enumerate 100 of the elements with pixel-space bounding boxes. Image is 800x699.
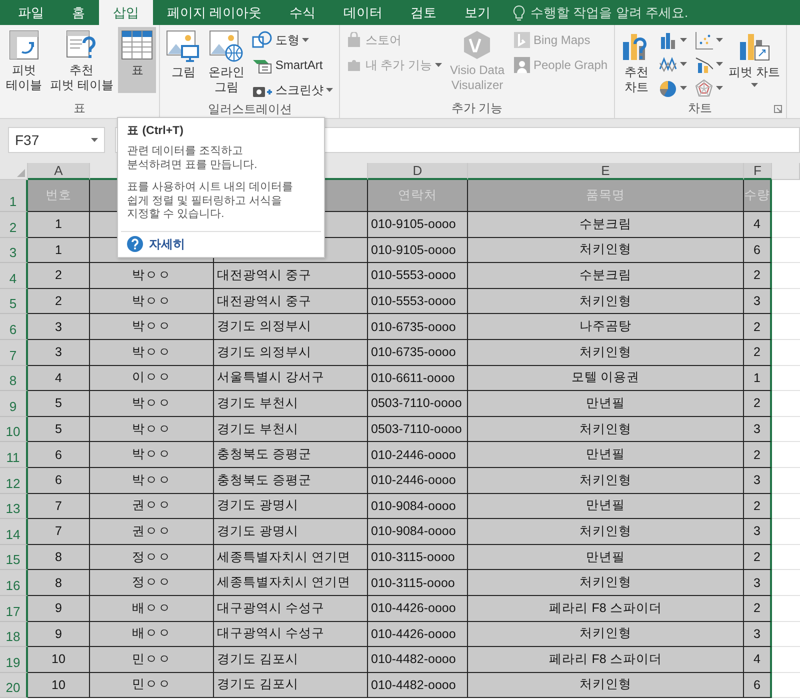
ribbon-tab[interactable]: 수식 [276,0,330,25]
table-cell: 9 [28,596,90,622]
table-cell: 처키인형 [468,622,744,648]
scatter-chart-button[interactable] [694,29,724,51]
table-cell: 010-2446-oooo [368,468,468,494]
column-header[interactable]: D [368,163,468,180]
table-cell: 3 [744,622,772,648]
online-picture-icon [209,30,244,62]
table-cell: 경기도 김포시 [214,672,368,698]
row-header[interactable]: 16 [0,570,28,596]
row-header[interactable]: 14 [0,519,28,545]
row-header[interactable]: 5 [0,288,28,314]
table-cell: 010-4482-oooo [368,672,468,698]
row-header[interactable]: 9 [0,391,28,417]
ribbon-tab[interactable]: 보기 [450,0,505,25]
row-header[interactable]: 2 [0,212,28,238]
ribbon-button[interactable]: 추천 차트 [618,27,656,93]
table-cell: 충청북도 증평군 [214,468,368,494]
map-logo-icon [512,31,530,49]
table-cell: 권ㅇㅇ [90,494,214,520]
row-header[interactable]: 15 [0,544,28,570]
caret-icon [716,38,723,42]
table-cell: 경기도 의정부시 [214,314,368,340]
ribbon-tab[interactable]: 파일 [4,0,58,25]
help-icon [127,236,143,252]
table-cell: 2 [744,596,772,622]
row-header[interactable]: 13 [0,494,28,520]
row-header[interactable]: 8 [0,366,28,392]
table-cell: 박ㅇㅇ [90,263,214,289]
table-cell: 박ㅇㅇ [90,416,214,442]
more-link[interactable]: 자세히 [149,236,185,252]
table-cell: 3 [28,340,90,366]
ribbon-tab[interactable]: 삽입 [99,0,153,25]
table-cell: 3 [744,570,772,596]
table-cell: 7 [28,494,90,520]
table-cell: 4 [28,366,90,392]
table-cell: 처키인형 [468,468,744,494]
table-cell: 3 [744,519,772,545]
ribbon-button[interactable]: 온라인 그림 [205,27,248,93]
ribbon-tab[interactable]: 데이터 [330,0,397,25]
tooltip-text: 표를 사용하여 시트 내의 데이터를 쉽게 정렬 및 필터링하고 서식을 지정할 수 있습니다. [127,181,294,222]
ribbon-button[interactable]: 추천 피벗 테이블 [47,27,116,93]
table-cell: 서울특별시 강서구 [214,366,368,392]
column-header[interactable]: A [28,163,90,180]
row-header[interactable]: 20 [0,672,28,698]
ribbon-tab[interactable]: 페이지 레이아웃 [153,0,276,25]
table-cell: 2 [744,340,772,366]
row-header[interactable]: 7 [0,340,28,366]
table-cell: 010-6735-oooo [368,340,468,366]
row-header[interactable]: 18 [0,622,28,648]
table-cell: 만년필 [468,494,744,520]
table-cell: 대구광역시 수성구 [214,596,368,622]
row-header[interactable]: 1 [0,180,28,212]
table-cell: 대전광역시 중구 [214,288,368,314]
table-cell: 3 [744,468,772,494]
caret-icon [435,63,442,67]
row-header[interactable]: 10 [0,416,28,442]
ribbon-button[interactable]: 표 [118,27,156,93]
table-cell: 0503-7110-oooo [368,416,468,442]
table-cell: 010-3115-oooo [368,544,468,570]
table-cell: 1 [744,366,772,392]
row-header[interactable]: 19 [0,647,28,673]
row-header[interactable]: 12 [0,468,28,494]
table-cell: 경기도 부천시 [214,391,368,417]
tooltip-text: 관련 데이터를 조직하고 분석하려면 표를 만듭니다. [127,145,258,172]
column-chart-icon [658,30,677,50]
group-label: 일러스트레이션 [208,102,292,116]
row-header[interactable]: 11 [0,442,28,468]
ribbon-tab[interactable]: 홈 [58,0,99,25]
ribbon-button[interactable]: 피벗 테이블 [3,27,45,93]
table-cell: 6 [744,672,772,698]
table-cell: 010-4482-oooo [368,647,468,673]
table-cell: 2 [744,494,772,520]
ribbon-button[interactable]: SmartArt [249,54,336,76]
row-header[interactable]: 4 [0,263,28,289]
row-header[interactable]: 17 [0,596,28,622]
ribbon-button[interactable]: 도형 [249,29,336,51]
row-header[interactable]: 3 [0,238,28,264]
table-cell: 수분크림 [468,263,744,289]
tell-me-field[interactable]: 수행할 작업을 알려 주세요. [528,4,773,21]
table-cell: 정ㅇㅇ [90,544,214,570]
table-cell: 8 [28,544,90,570]
name-box[interactable]: F37 [8,127,105,153]
ribbon-button[interactable]: 그림 [163,27,204,93]
row-header[interactable]: 6 [0,314,28,340]
caret-icon [91,138,98,142]
table-cell: 경기도 김포시 [214,647,368,673]
table-cell: 박ㅇㅇ [90,314,214,340]
table-cell: 10 [28,672,90,698]
table-cell: 1 [28,238,90,264]
caret-icon [750,83,758,87]
caret-icon [716,62,723,66]
ribbon-button[interactable]: 스크린샷 [249,79,336,101]
column-header[interactable]: E [468,163,744,180]
ribbon-button[interactable]: 피벗 차트 [726,27,783,93]
shapes-icon [252,31,272,49]
table-cell: 처키인형 [468,288,744,314]
ribbon-tab[interactable]: 검토 [396,0,451,25]
radar-chart-button[interactable] [694,77,724,99]
column-header[interactable]: F [744,163,772,180]
